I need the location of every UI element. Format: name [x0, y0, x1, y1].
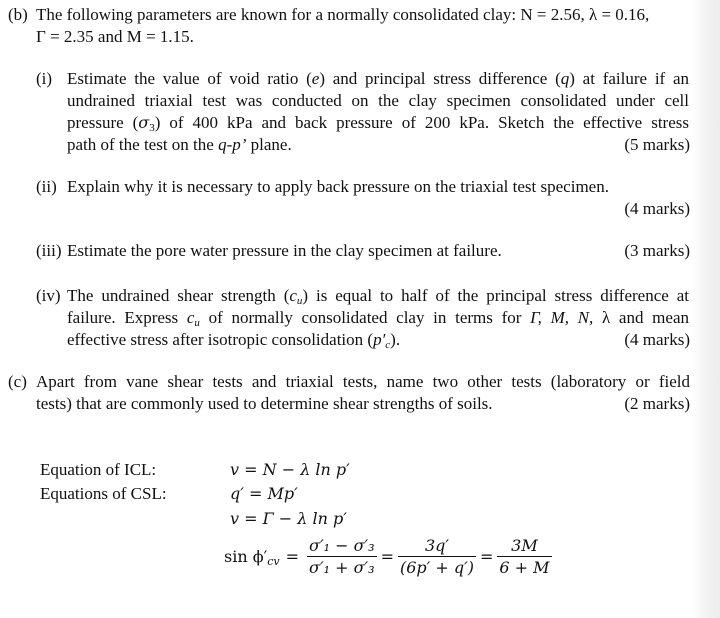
question-iii-text: Estimate the pore water pressure in the …	[67, 240, 567, 262]
icl-label: Equation of ICL:	[40, 460, 157, 479]
text: ) at failure if an	[569, 69, 690, 88]
part-c-text: Apart from vane shear tests and triaxial…	[36, 371, 690, 415]
question-iii-line1: Estimate the pore water pressure in the …	[67, 241, 502, 260]
cu-symbol: c	[289, 286, 297, 305]
part-c-line1: Apart from vane shear tests and triaxial…	[36, 372, 690, 391]
fraction-denominator: σ′₁ + σ′₃	[309, 557, 375, 577]
parameter-symbols: Γ, M, N,	[530, 308, 594, 327]
text: of normally consolidated clay in terms f…	[199, 308, 531, 327]
question-i-line2: undrained triaxial test was conducted on…	[67, 91, 689, 110]
part-c-marks: (2 marks)	[624, 394, 690, 413]
text: path of the test on the	[67, 135, 219, 154]
q-p-plane: q-p’	[218, 135, 247, 154]
text: Estimate the value of void ratio (	[67, 69, 312, 88]
equals-sign: =	[479, 547, 494, 566]
sin-phi-lhs: sin ϕ′cv	[224, 546, 280, 568]
question-iv-marks: (4 marks)	[624, 330, 690, 349]
part-b-intro-line2: Γ = 2.35 and M = 1.15.	[36, 27, 194, 46]
question-i-text: Estimate the value of void ratio (e) and…	[67, 68, 689, 156]
text: λ and mean	[593, 308, 689, 327]
text: The undrained shear strength (	[67, 286, 290, 305]
question-iv-line1: The undrained shear strength (cu) is equ…	[67, 285, 689, 307]
text: effective stress after isotropic consoli…	[67, 330, 374, 349]
fraction-denominator: (6p′ + q′)	[399, 557, 474, 577]
fraction-numerator: σ′₁ − σ′₃	[307, 535, 377, 557]
q-symbol: q	[560, 69, 570, 88]
equals-sign: =	[380, 547, 394, 566]
fraction-denominator: 6 + M	[499, 557, 550, 577]
text: failure. Express	[67, 308, 187, 327]
question-i-line1: Estimate the value of void ratio (e) and…	[67, 68, 689, 90]
text: ) is equal to half of the principal stre…	[302, 286, 689, 305]
part-b-intro: The following parameters are known for a…	[36, 4, 692, 48]
q-p-fraction: 3q′ (6p′ + q′)	[397, 536, 476, 579]
question-i-marks: (5 marks)	[624, 135, 690, 154]
question-ii-line1: Explain why it is necessary to apply bac…	[67, 177, 609, 196]
text: ).	[390, 330, 401, 349]
csl-equation-1: q′ = Mp′	[230, 484, 298, 503]
stress-ratio-fraction: σ′₁ − σ′₃ σ′₁ + σ′₃	[307, 536, 377, 579]
question-iii-marks: (3 marks)	[624, 241, 690, 260]
cv-subscript: cv	[267, 555, 280, 568]
fraction-numerator: 3M	[497, 536, 552, 557]
equals-sign: =	[285, 547, 300, 566]
friction-angle-equation: sin ϕ′cv = σ′₁ − σ′₃ σ′₁ + σ′₃ = 3q′ (6p…	[224, 532, 556, 582]
question-i-label: (i)	[36, 69, 53, 88]
sigma-symbol: σ	[138, 113, 150, 132]
part-c-line2: tests) that are commonly used to determi…	[36, 394, 493, 413]
pc-symbol: p′	[373, 330, 386, 349]
m-fraction: 3M 6 + M	[497, 536, 552, 579]
question-ii-marks: (4 marks)	[624, 199, 690, 218]
sin-phi: sin ϕ′	[224, 547, 268, 566]
csl-label: Equations of CSL:	[40, 484, 167, 503]
question-iv-text: The undrained shear strength (cu) is equ…	[67, 285, 689, 351]
question-i-line4: path of the test on the q-p’ plane.	[67, 134, 689, 156]
part-c-label: (c)	[8, 372, 27, 391]
fraction-numerator: 3q′	[397, 536, 476, 557]
question-i-line3: pressure (σ3) of 400 kPa and back pressu…	[67, 112, 689, 134]
question-iv-line2: failure. Express cu of normally consolid…	[67, 307, 689, 329]
question-ii-label: (ii)	[36, 177, 57, 196]
icl-equation: v = N − λ ln p′	[230, 460, 350, 479]
question-iv-line3: effective stress after isotropic consoli…	[67, 329, 689, 351]
text: pressure (	[67, 113, 139, 132]
question-iv-label: (iv)	[36, 286, 61, 305]
csl-equation-2: v = Γ − λ ln p′	[230, 509, 347, 528]
question-iii-label: (iii)	[36, 241, 62, 260]
question-ii-text: Explain why it is necessary to apply bac…	[67, 176, 689, 198]
text: ) and principal stress difference (	[319, 69, 561, 88]
text: plane.	[246, 135, 292, 154]
part-b-label: (b)	[8, 5, 28, 24]
part-b-intro-line1: The following parameters are known for a…	[36, 5, 650, 24]
text: ) of 400 kPa and back pressure of 200 kP…	[154, 113, 689, 132]
